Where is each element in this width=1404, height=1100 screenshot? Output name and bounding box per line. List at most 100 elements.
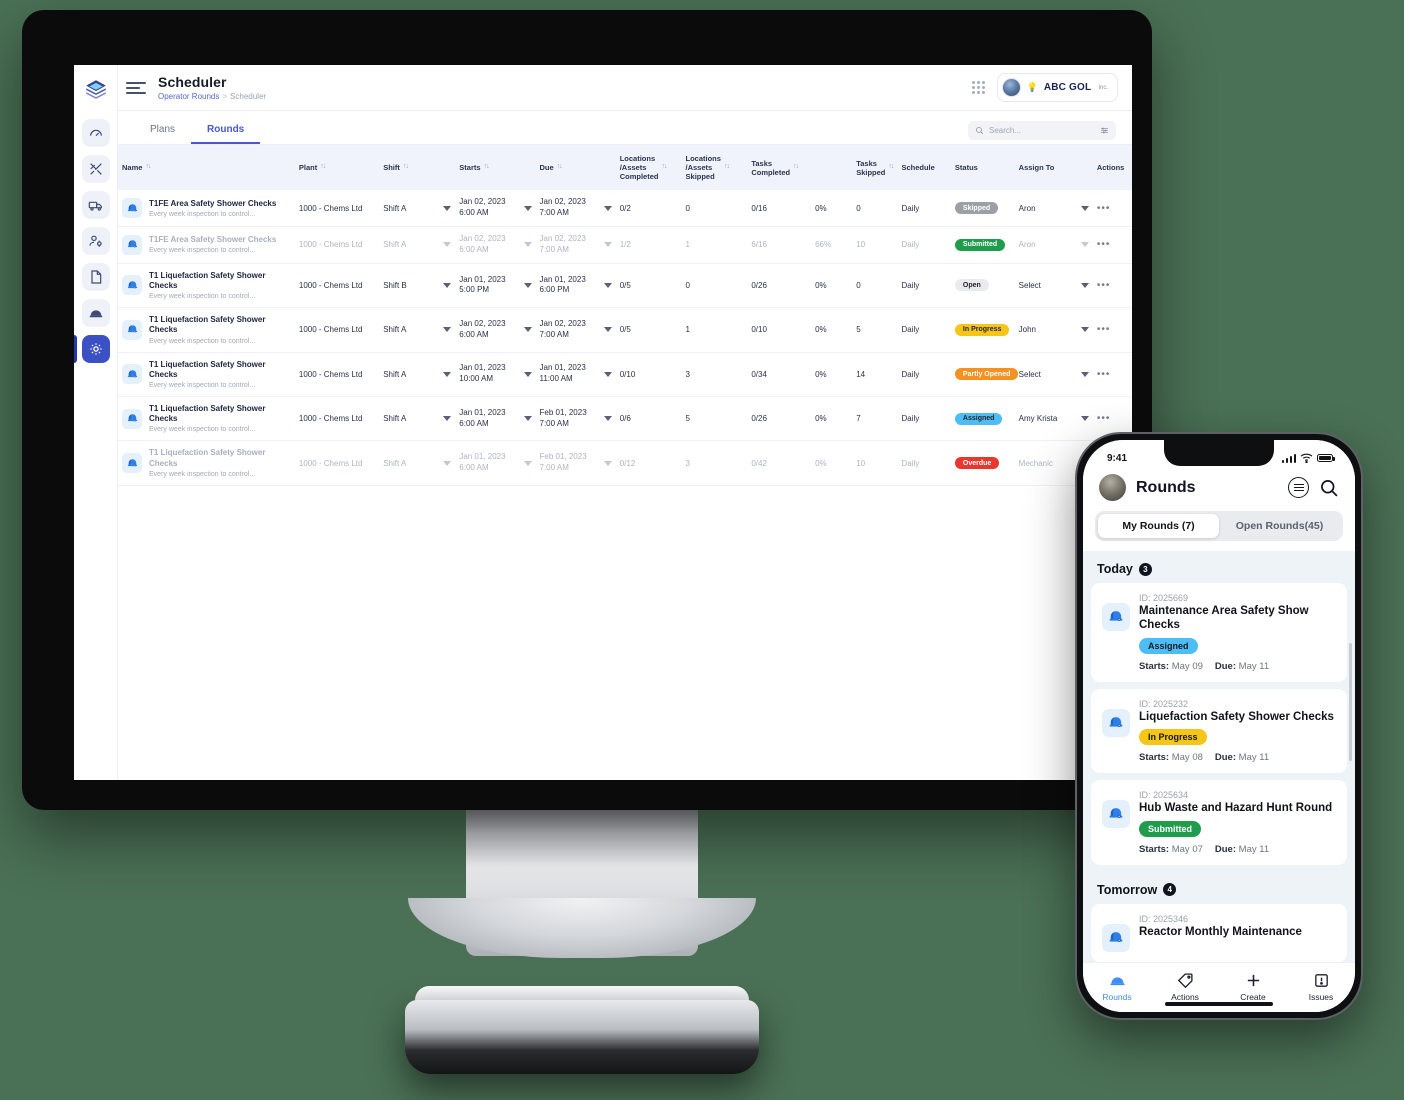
search-icon[interactable] — [1319, 478, 1339, 498]
sidebar-item-maintenance[interactable] — [81, 155, 110, 183]
round-name: T1FE Area Safety Shower Checks — [149, 235, 277, 245]
round-card[interactable]: ID: 2025346 Reactor Monthly Maintenance — [1091, 903, 1347, 962]
cell-due[interactable]: Jan 02, 2023 7:00 AM — [535, 190, 616, 228]
phone-device: 9:41 Rounds My Rounds (7) Open Rounds(45… — [1075, 432, 1363, 1020]
cell-starts[interactable]: Jan 01, 2023 6:00 AM — [455, 440, 536, 486]
cell-assign-to[interactable]: John — [1014, 307, 1093, 353]
cell-shift[interactable]: Shift A — [379, 226, 456, 264]
cell-actions[interactable]: ••• — [1092, 263, 1132, 309]
grid-apps-icon[interactable] — [971, 81, 985, 94]
cell-tasks-percent: 0% — [811, 396, 853, 442]
tab-rounds[interactable]: Rounds — [191, 124, 261, 144]
sidebar-item-documents[interactable] — [81, 263, 110, 291]
sidebar-item-scheduler[interactable] — [81, 335, 110, 363]
cell-shift[interactable]: Shift B — [379, 263, 456, 309]
sidebar-item-operator-rounds[interactable] — [81, 299, 110, 327]
scrollbar-thumb[interactable] — [1349, 643, 1352, 761]
cell-due[interactable]: Feb 01, 2023 7:00 AM — [535, 396, 616, 442]
filter-circle-icon[interactable] — [1288, 477, 1309, 498]
cell-shift[interactable]: Shift A — [379, 352, 456, 398]
table-row[interactable]: T1 Liquefaction Safety Shower Checks Ever… — [118, 352, 1132, 398]
cell-actions[interactable]: ••• — [1092, 190, 1132, 228]
avatar[interactable] — [1099, 474, 1126, 501]
table-row[interactable]: T1 Liquefaction Safety Shower Checks Ever… — [118, 307, 1132, 353]
table-row[interactable]: T1 Liquefaction Safety Shower Checks Ever… — [118, 440, 1132, 486]
tab-actions[interactable]: Actions — [1151, 972, 1219, 1002]
cell-actions[interactable]: ••• — [1092, 352, 1132, 398]
round-description: Every week inspection to control... — [149, 382, 256, 390]
search-input[interactable]: Search... — [968, 121, 1116, 140]
cell-starts[interactable]: Jan 01, 2023 5:00 PM — [455, 263, 536, 309]
col-shift[interactable]: Shift ↑↓ — [379, 145, 456, 191]
cell-starts[interactable]: Jan 02, 2023 6:00 AM — [455, 307, 536, 353]
round-card[interactable]: ID: 2025232 Liquefaction Safety Shower Ch… — [1091, 688, 1347, 774]
cell-due[interactable]: Jan 02, 2023 7:00 AM — [535, 226, 616, 264]
cell-starts[interactable]: Jan 01, 2023 6:00 AM — [455, 396, 536, 442]
col-name[interactable]: Name ↑↓ — [118, 145, 295, 191]
tab-create[interactable]: Create — [1219, 972, 1287, 1002]
cell-starts[interactable]: Jan 02, 2023 6:00 AM — [455, 226, 536, 264]
cell-assign-to[interactable]: Select — [1014, 263, 1093, 309]
cell-due[interactable]: Jan 01, 2023 6:00 PM — [535, 263, 616, 309]
cell-starts[interactable]: Jan 01, 2023 10:00 AM — [455, 352, 536, 398]
round-card[interactable]: ID: 2025669 Maintenance Area Safety Show … — [1091, 583, 1347, 682]
breadcrumb-parent[interactable]: Operator Rounds — [158, 92, 219, 101]
table-row[interactable]: T1 Liquefaction Safety Shower Checks Ever… — [118, 263, 1132, 309]
cell-shift[interactable]: Shift A — [379, 440, 456, 486]
col-tasks-skipped[interactable]: Tasks Skipped ↑↓ — [852, 145, 898, 191]
home-indicator — [1165, 1002, 1273, 1006]
cell-shift[interactable]: Shift A — [379, 396, 456, 442]
due-value: May 11 — [1238, 752, 1270, 764]
shift-value: Shift A — [383, 414, 407, 424]
cell-assign-to[interactable]: Aron — [1014, 226, 1093, 264]
phone-rounds-list[interactable]: Today 3 ID: 2025669 Maintenance Area Safety… — [1083, 551, 1355, 962]
segment-my-rounds[interactable]: My Rounds (7) — [1098, 514, 1219, 538]
col-tasks-completed[interactable]: Tasks Completed ↑↓ — [747, 145, 812, 191]
table-row[interactable]: T1FE Area Safety Shower Checks Every week… — [118, 226, 1132, 264]
tab-rounds[interactable]: Rounds — [1083, 972, 1151, 1002]
chevron-down-icon — [1080, 416, 1089, 422]
starts-date: Jan 01, 2023 — [459, 363, 506, 373]
status-badge: Overdue — [954, 457, 1000, 470]
col-locations-assets-completed[interactable]: Locations /Assets Completed ↑↓ — [615, 145, 682, 191]
helmet-icon — [122, 319, 142, 340]
shift-value: Shift A — [383, 203, 407, 213]
cell-actions[interactable]: ••• — [1092, 307, 1132, 353]
cell-assign-to[interactable]: Select — [1014, 352, 1093, 398]
chevron-down-icon — [523, 327, 532, 333]
shift-value: Shift A — [383, 369, 407, 379]
sidebar-item-dashboard[interactable] — [81, 119, 110, 147]
cell-tasks-completed: 0/34 — [747, 352, 812, 398]
user-account-chip[interactable]: 💡 ABC GOL Inc. — [996, 73, 1118, 102]
cell-name: T1 Liquefaction Safety Shower Checks Ever… — [118, 352, 295, 398]
col-plant[interactable]: Plant ↑↓ — [294, 145, 380, 191]
sidebar-item-user-settings[interactable] — [81, 227, 110, 255]
segment-open-rounds[interactable]: Open Rounds(45) — [1219, 514, 1340, 538]
round-card[interactable]: ID: 2025634 Hub Waste and Hazard Hunt Rou… — [1091, 780, 1347, 865]
col-due[interactable]: Due ↑↓ — [535, 145, 616, 191]
cell-locations-skipped: 1 — [681, 226, 748, 264]
table-header-row: Name ↑↓ Plant ↑↓ Shift ↑↓ Starts ↑↓ Due ↑↓ Lo… — [118, 145, 1132, 191]
layers-logo-icon[interactable] — [81, 75, 111, 105]
cell-due[interactable]: Feb 01, 2023 7:00 AM — [535, 440, 616, 486]
col-starts[interactable]: Starts ↑↓ — [455, 145, 536, 191]
cell-assign-to[interactable]: Aron — [1014, 190, 1093, 228]
round-title: Reactor Monthly Maintenance — [1139, 925, 1302, 938]
col-locations-assets-skipped[interactable]: Locations /Assets Skipped ↑↓ — [681, 145, 748, 191]
cell-shift[interactable]: Shift A — [379, 190, 456, 228]
table-row[interactable]: T1FE Area Safety Shower Checks Every week… — [118, 190, 1132, 228]
menu-toggle-icon[interactable] — [126, 81, 146, 94]
cell-shift[interactable]: Shift A — [379, 307, 456, 353]
cell-actions[interactable]: ••• — [1092, 226, 1132, 264]
cell-name: T1 Liquefaction Safety Shower Checks Ever… — [118, 396, 295, 442]
cell-due[interactable]: Jan 02, 2023 7:00 AM — [535, 307, 616, 353]
breadcrumb-separator: > — [222, 92, 228, 101]
tab-issues[interactable]: Issues — [1287, 972, 1355, 1002]
table-row[interactable]: T1 Liquefaction Safety Shower Checks Ever… — [118, 396, 1132, 442]
round-dates: Starts: May 08 Due: May 11 — [1139, 752, 1336, 763]
cell-starts[interactable]: Jan 02, 2023 6:00 AM — [455, 190, 536, 228]
cell-due[interactable]: Jan 01, 2023 11:00 AM — [535, 352, 616, 398]
sidebar-item-logistics[interactable] — [81, 191, 110, 219]
cell-assign-to[interactable]: Amy Krista — [1014, 396, 1093, 442]
tab-plans[interactable]: Plans — [134, 124, 191, 144]
